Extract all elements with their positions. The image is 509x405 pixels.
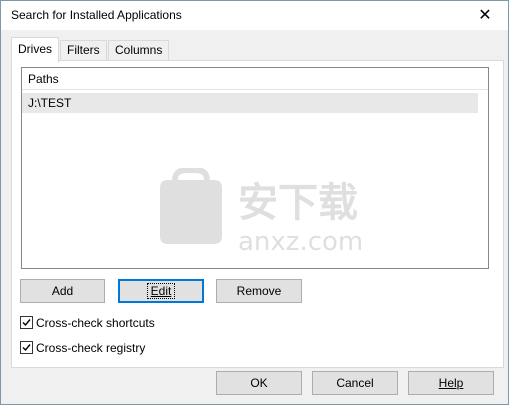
- help-button[interactable]: Help: [408, 371, 494, 395]
- paths-list[interactable]: Paths J:\TEST 安下载 anxz.com: [21, 67, 489, 269]
- title-bar[interactable]: Search for Installed Applications ✕: [1, 1, 508, 30]
- cross-check-registry-label: Cross-check registry: [36, 341, 146, 355]
- tab-columns[interactable]: Columns: [108, 40, 170, 62]
- add-button[interactable]: Add: [20, 279, 105, 303]
- tab-filters[interactable]: Filters: [60, 40, 107, 62]
- checkbox-checked-icon[interactable]: [20, 316, 33, 329]
- watermark-text-cn: 安下载: [238, 180, 358, 226]
- checkbox-checked-icon[interactable]: [20, 341, 33, 354]
- list-item[interactable]: J:\TEST: [22, 93, 478, 113]
- watermark-text-domain: anxz.com: [238, 227, 363, 257]
- ok-button[interactable]: OK: [216, 371, 302, 395]
- close-button[interactable]: ✕: [462, 1, 508, 30]
- watermark-logo: 安下载 anxz.com: [150, 167, 380, 258]
- dialog-window: Search for Installed Applications ✕ Driv…: [0, 0, 509, 405]
- edit-button[interactable]: Edit: [118, 279, 204, 303]
- paths-column-header[interactable]: Paths: [22, 68, 488, 90]
- drives-tab-panel: Paths J:\TEST 安下载 anxz.com Add Edit Remo…: [11, 60, 504, 368]
- tab-drives[interactable]: Drives: [11, 37, 60, 63]
- cancel-button[interactable]: Cancel: [312, 371, 398, 395]
- remove-button[interactable]: Remove: [216, 279, 302, 303]
- watermark-shield-icon: 安下载 anxz.com: [160, 167, 363, 257]
- window-title: Search for Installed Applications: [11, 8, 182, 22]
- cross-check-shortcuts-label: Cross-check shortcuts: [36, 316, 155, 330]
